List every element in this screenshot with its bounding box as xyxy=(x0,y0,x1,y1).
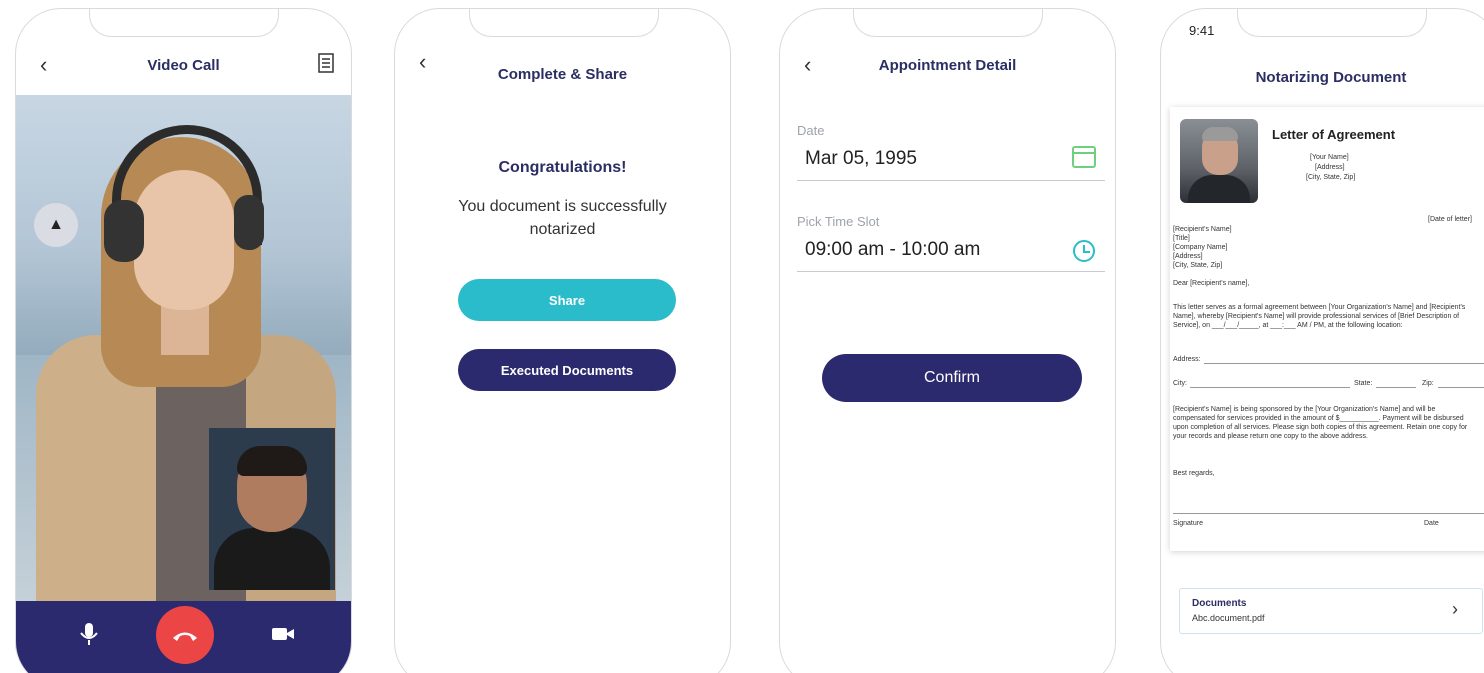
phone-hangup-icon xyxy=(173,632,197,641)
video-camera-icon[interactable] xyxy=(266,623,300,645)
share-button[interactable]: Share xyxy=(458,279,676,321)
document-filename: Abc.document.pdf xyxy=(1192,613,1265,623)
recipient-line: [Company Name] xyxy=(1173,244,1228,251)
phone-notch xyxy=(89,9,279,37)
end-call-icon[interactable] xyxy=(156,606,214,664)
signer-suit xyxy=(1188,175,1250,203)
recipient-line: [Address] xyxy=(1173,253,1203,260)
success-message: You document is successfully notarized xyxy=(458,198,667,238)
city-label: City: xyxy=(1173,380,1187,387)
calendar-icon[interactable] xyxy=(1072,146,1096,168)
sender-line: [Your Name] xyxy=(1310,154,1349,161)
confirm-button[interactable]: Confirm xyxy=(822,354,1082,402)
letter-date: [Date of letter] xyxy=(1428,216,1472,223)
status-time: 9:41 xyxy=(1189,23,1215,38)
video-feed: ▲ xyxy=(16,95,351,601)
phone-notch xyxy=(853,9,1043,37)
date-label: Date xyxy=(797,123,825,138)
page-title: Complete & Share xyxy=(497,66,628,83)
document-preview[interactable]: Letter of Agreement [Your Name] [Address… xyxy=(1170,107,1484,551)
recipient-line: [Title] xyxy=(1173,235,1190,242)
date-field[interactable]: Mar 05, 1995 xyxy=(805,148,917,170)
self-view-body xyxy=(214,528,330,590)
sender-line: [City, State, Zip] xyxy=(1306,174,1356,181)
congrats-heading: Congratulations! xyxy=(498,159,627,176)
recipient-line: [Recipient's Name] xyxy=(1173,226,1232,233)
executed-documents-button[interactable]: Executed Documents xyxy=(458,349,676,391)
state-label: State: xyxy=(1354,380,1373,387)
documents-card[interactable]: Documents Abc.document.pdf › xyxy=(1179,588,1483,634)
address-label: Address: xyxy=(1173,356,1201,363)
signer-hair xyxy=(1202,127,1238,141)
signature-line xyxy=(1173,513,1484,514)
headphones xyxy=(104,200,144,262)
signature-label: Signature xyxy=(1173,520,1203,527)
headphones xyxy=(234,195,264,250)
phone-notch xyxy=(469,9,659,37)
closing: Best regards, xyxy=(1173,470,1215,477)
notarizing-screen: 9:41 Notarizing Document Letter of Agree… xyxy=(1160,8,1484,673)
recipient-line: [City, State, Zip] xyxy=(1173,262,1223,269)
documents-title: Documents xyxy=(1192,598,1247,609)
time-slot-underline xyxy=(797,271,1105,272)
zip-label: Zip: xyxy=(1422,380,1434,387)
self-view-hair xyxy=(237,446,307,476)
page-title: Notarizing Document xyxy=(1255,69,1407,86)
zip-blank xyxy=(1438,387,1484,388)
self-view-pip[interactable] xyxy=(209,428,335,590)
time-slot-field[interactable]: 09:00 am - 10:00 am xyxy=(805,239,980,261)
page-title: Video Call xyxy=(147,57,220,74)
phone-notch xyxy=(1237,9,1427,37)
salutation: Dear [Recipient's name], xyxy=(1173,280,1250,287)
state-blank xyxy=(1376,387,1416,388)
sponsorship-paragraph: [Recipient's Name] is being sponsored by… xyxy=(1173,406,1468,440)
call-controls-bar xyxy=(16,601,351,673)
chevron-right-icon[interactable]: › xyxy=(1452,599,1458,620)
video-call-screen: ‹ Video Call ▲ xyxy=(15,8,352,673)
letter-title: Letter of Agreement xyxy=(1272,127,1396,142)
sender-line: [Address] xyxy=(1315,164,1345,171)
complete-share-screen: ‹ Complete & Share Congratulations! You … xyxy=(394,8,731,673)
appointment-detail-screen: ‹ Appointment Detail Date Mar 05, 1995 P… xyxy=(779,8,1116,673)
mic-icon[interactable] xyxy=(72,621,106,647)
date-underline xyxy=(797,180,1105,181)
date-label: Date xyxy=(1424,520,1439,527)
hat-icon[interactable]: ▲ xyxy=(34,203,78,247)
city-blank xyxy=(1190,387,1350,388)
address-blank xyxy=(1204,363,1484,364)
page-title: Appointment Detail xyxy=(878,57,1017,74)
clock-icon[interactable] xyxy=(1073,240,1095,262)
agreement-paragraph: This letter serves as a formal agreement… xyxy=(1173,304,1466,329)
time-slot-label: Pick Time Slot xyxy=(797,214,880,229)
signer-photo xyxy=(1180,119,1258,203)
document-icon[interactable] xyxy=(318,53,334,73)
stage: ‹ Video Call ▲ ‹ Complete & Share Congra… xyxy=(0,0,1484,673)
